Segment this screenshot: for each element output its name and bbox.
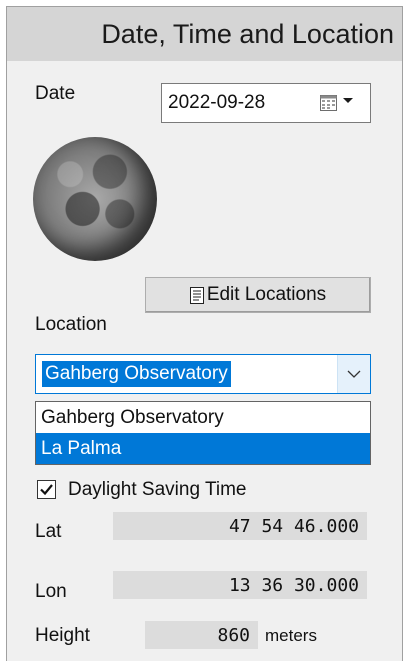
lat-field[interactable]: 47 54 46.000	[113, 512, 367, 540]
location-option-la-palma[interactable]: La Palma	[36, 433, 370, 464]
lon-field[interactable]: 13 36 30.000	[113, 571, 367, 599]
location-combobox[interactable]: Gahberg Observatory	[35, 354, 371, 394]
date-value: 2022-09-28	[168, 92, 266, 113]
location-option-gahberg[interactable]: Gahberg Observatory	[36, 402, 370, 433]
lon-value: 13 36 30.000	[228, 575, 359, 596]
panel-title: Date, Time and Location	[7, 7, 402, 61]
height-value: 860	[217, 625, 250, 646]
date-time-location-panel: Date, Time and Location Date 2022-09-28 …	[6, 6, 403, 661]
height-field[interactable]: 860	[145, 621, 258, 649]
height-unit-label: meters	[265, 626, 317, 645]
lat-label: Lat	[35, 521, 62, 542]
edit-locations-label: Edit Locations	[206, 284, 327, 305]
location-selected-value: Gahberg Observatory	[42, 361, 231, 387]
height-label: Height	[35, 625, 90, 646]
moon-phase-image	[33, 137, 157, 261]
location-dropdown-button[interactable]	[337, 355, 370, 393]
date-picker[interactable]: 2022-09-28	[161, 83, 371, 123]
chevron-down-icon	[347, 370, 361, 378]
edit-list-icon	[189, 286, 204, 304]
checkmark-icon	[40, 484, 53, 496]
daylight-saving-checkbox[interactable]	[37, 480, 56, 499]
edit-locations-button[interactable]: Edit Locations	[145, 277, 371, 313]
date-label: Date	[35, 83, 76, 104]
location-label: Location	[35, 314, 107, 335]
lat-value: 47 54 46.000	[228, 516, 359, 537]
location-dropdown-list: Gahberg Observatory La Palma	[35, 401, 371, 465]
lon-label: Lon	[35, 581, 67, 602]
calendar-icon[interactable]	[320, 95, 337, 111]
daylight-saving-label: Daylight Saving Time	[68, 479, 247, 500]
chevron-down-icon[interactable]	[341, 93, 355, 107]
